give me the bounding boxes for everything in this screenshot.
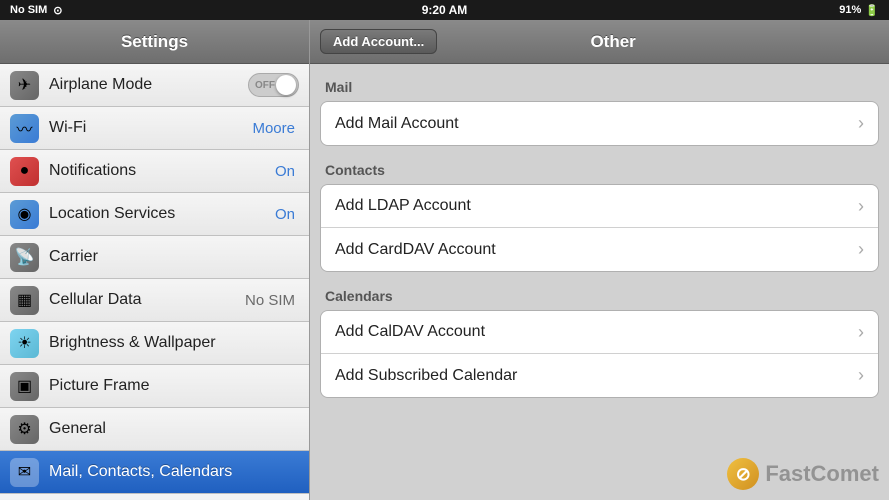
right-panel-title: Other — [447, 32, 779, 52]
sidebar: Settings ✈ Airplane Mode OFF 〰 Wi-Fi Moo… — [0, 20, 310, 500]
sidebar-item-notifications[interactable]: ● Notifications On — [0, 150, 309, 193]
add-caldav-account-row[interactable]: Add CalDAV Account › — [321, 311, 878, 354]
add-subscribed-calendar-row[interactable]: Add Subscribed Calendar › — [321, 354, 878, 397]
add-carddav-account-label: Add CardDAV Account — [335, 241, 858, 259]
carrier-label: No SIM — [10, 4, 47, 16]
sidebar-item-cellular-data[interactable]: ▦ Cellular Data No SIM — [0, 279, 309, 322]
mail-contacts-calendars-label: Mail, Contacts, Calendars — [49, 463, 299, 481]
cellular-data-label: Cellular Data — [49, 291, 245, 309]
add-ldap-account-chevron: › — [858, 196, 864, 217]
add-subscribed-calendar-chevron: › — [858, 365, 864, 386]
add-subscribed-calendar-label: Add Subscribed Calendar — [335, 367, 858, 385]
airplane-mode-icon: ✈ — [10, 71, 39, 100]
add-carddav-account-row[interactable]: Add CardDAV Account › — [321, 228, 878, 271]
add-mail-account-row[interactable]: Add Mail Account › — [321, 102, 878, 145]
general-label: General — [49, 420, 299, 438]
sidebar-header: Settings — [0, 20, 309, 64]
location-services-value: On — [275, 206, 295, 223]
add-mail-account-chevron: › — [858, 113, 864, 134]
add-account-button[interactable]: Add Account... — [320, 29, 437, 54]
right-panel-content: Mail Add Mail Account › Contacts Add LDA… — [310, 64, 889, 429]
wifi-value: Moore — [252, 120, 295, 137]
right-panel-header: Add Account... Other — [310, 20, 889, 64]
watermark-icon: ⊘ — [727, 458, 759, 490]
right-panel: Add Account... Other Mail Add Mail Accou… — [310, 20, 889, 500]
picture-frame-label: Picture Frame — [49, 377, 299, 395]
brightness-wallpaper-icon: ☀ — [10, 329, 39, 358]
sidebar-item-wifi[interactable]: 〰 Wi-Fi Moore — [0, 107, 309, 150]
notifications-value: On — [275, 163, 295, 180]
wifi-icon: 〰 — [10, 114, 39, 143]
calendars-list-group: Add CalDAV Account › Add Subscribed Cale… — [320, 310, 879, 398]
airplane-mode-label: Airplane Mode — [49, 76, 248, 94]
carrier-icon: 📡 — [10, 243, 39, 272]
brightness-wallpaper-label: Brightness & Wallpaper — [49, 334, 299, 352]
carrier-label: Carrier — [49, 248, 299, 266]
wifi-icon: ⊙ — [53, 4, 62, 17]
sidebar-item-safari[interactable]: ◎ Safari — [0, 494, 309, 500]
add-ldap-account-row[interactable]: Add LDAP Account › — [321, 185, 878, 228]
add-caldav-account-label: Add CalDAV Account — [335, 323, 858, 341]
section-label-contacts: Contacts — [320, 162, 879, 178]
add-caldav-account-chevron: › — [858, 322, 864, 343]
watermark: ⊘ FastComet — [727, 458, 879, 490]
sidebar-item-location-services[interactable]: ◉ Location Services On — [0, 193, 309, 236]
location-services-label: Location Services — [49, 205, 275, 223]
location-services-icon: ◉ — [10, 200, 39, 229]
sidebar-item-mail-contacts-calendars[interactable]: ✉ Mail, Contacts, Calendars — [0, 451, 309, 494]
mail-contacts-calendars-icon: ✉ — [10, 458, 39, 487]
battery-label: 91% — [839, 4, 861, 16]
sidebar-item-brightness-wallpaper[interactable]: ☀ Brightness & Wallpaper — [0, 322, 309, 365]
mail-list-group: Add Mail Account › — [320, 101, 879, 146]
watermark-text: FastComet — [765, 461, 879, 487]
battery-icon: 🔋 — [865, 4, 879, 17]
sidebar-item-picture-frame[interactable]: ▣ Picture Frame — [0, 365, 309, 408]
add-carddav-account-chevron: › — [858, 239, 864, 260]
wifi-label: Wi-Fi — [49, 119, 252, 137]
section-label-calendars: Calendars — [320, 288, 879, 304]
sidebar-item-general[interactable]: ⚙ General — [0, 408, 309, 451]
status-bar: No SIM ⊙ 9:20 AM 91% 🔋 — [0, 0, 889, 20]
time-display: 9:20 AM — [422, 3, 468, 17]
notifications-label: Notifications — [49, 162, 275, 180]
sidebar-item-airplane-mode[interactable]: ✈ Airplane Mode OFF — [0, 64, 309, 107]
add-mail-account-label: Add Mail Account — [335, 115, 858, 133]
cellular-data-icon: ▦ — [10, 286, 39, 315]
sidebar-item-carrier[interactable]: 📡 Carrier — [0, 236, 309, 279]
sidebar-title: Settings — [121, 32, 188, 52]
add-ldap-account-label: Add LDAP Account — [335, 197, 858, 215]
notifications-icon: ● — [10, 157, 39, 186]
contacts-list-group: Add LDAP Account › Add CardDAV Account › — [320, 184, 879, 272]
airplane-mode-toggle[interactable]: OFF — [248, 73, 299, 97]
general-icon: ⚙ — [10, 415, 39, 444]
picture-frame-icon: ▣ — [10, 372, 39, 401]
section-label-mail: Mail — [320, 79, 879, 95]
cellular-data-value: No SIM — [245, 292, 295, 309]
